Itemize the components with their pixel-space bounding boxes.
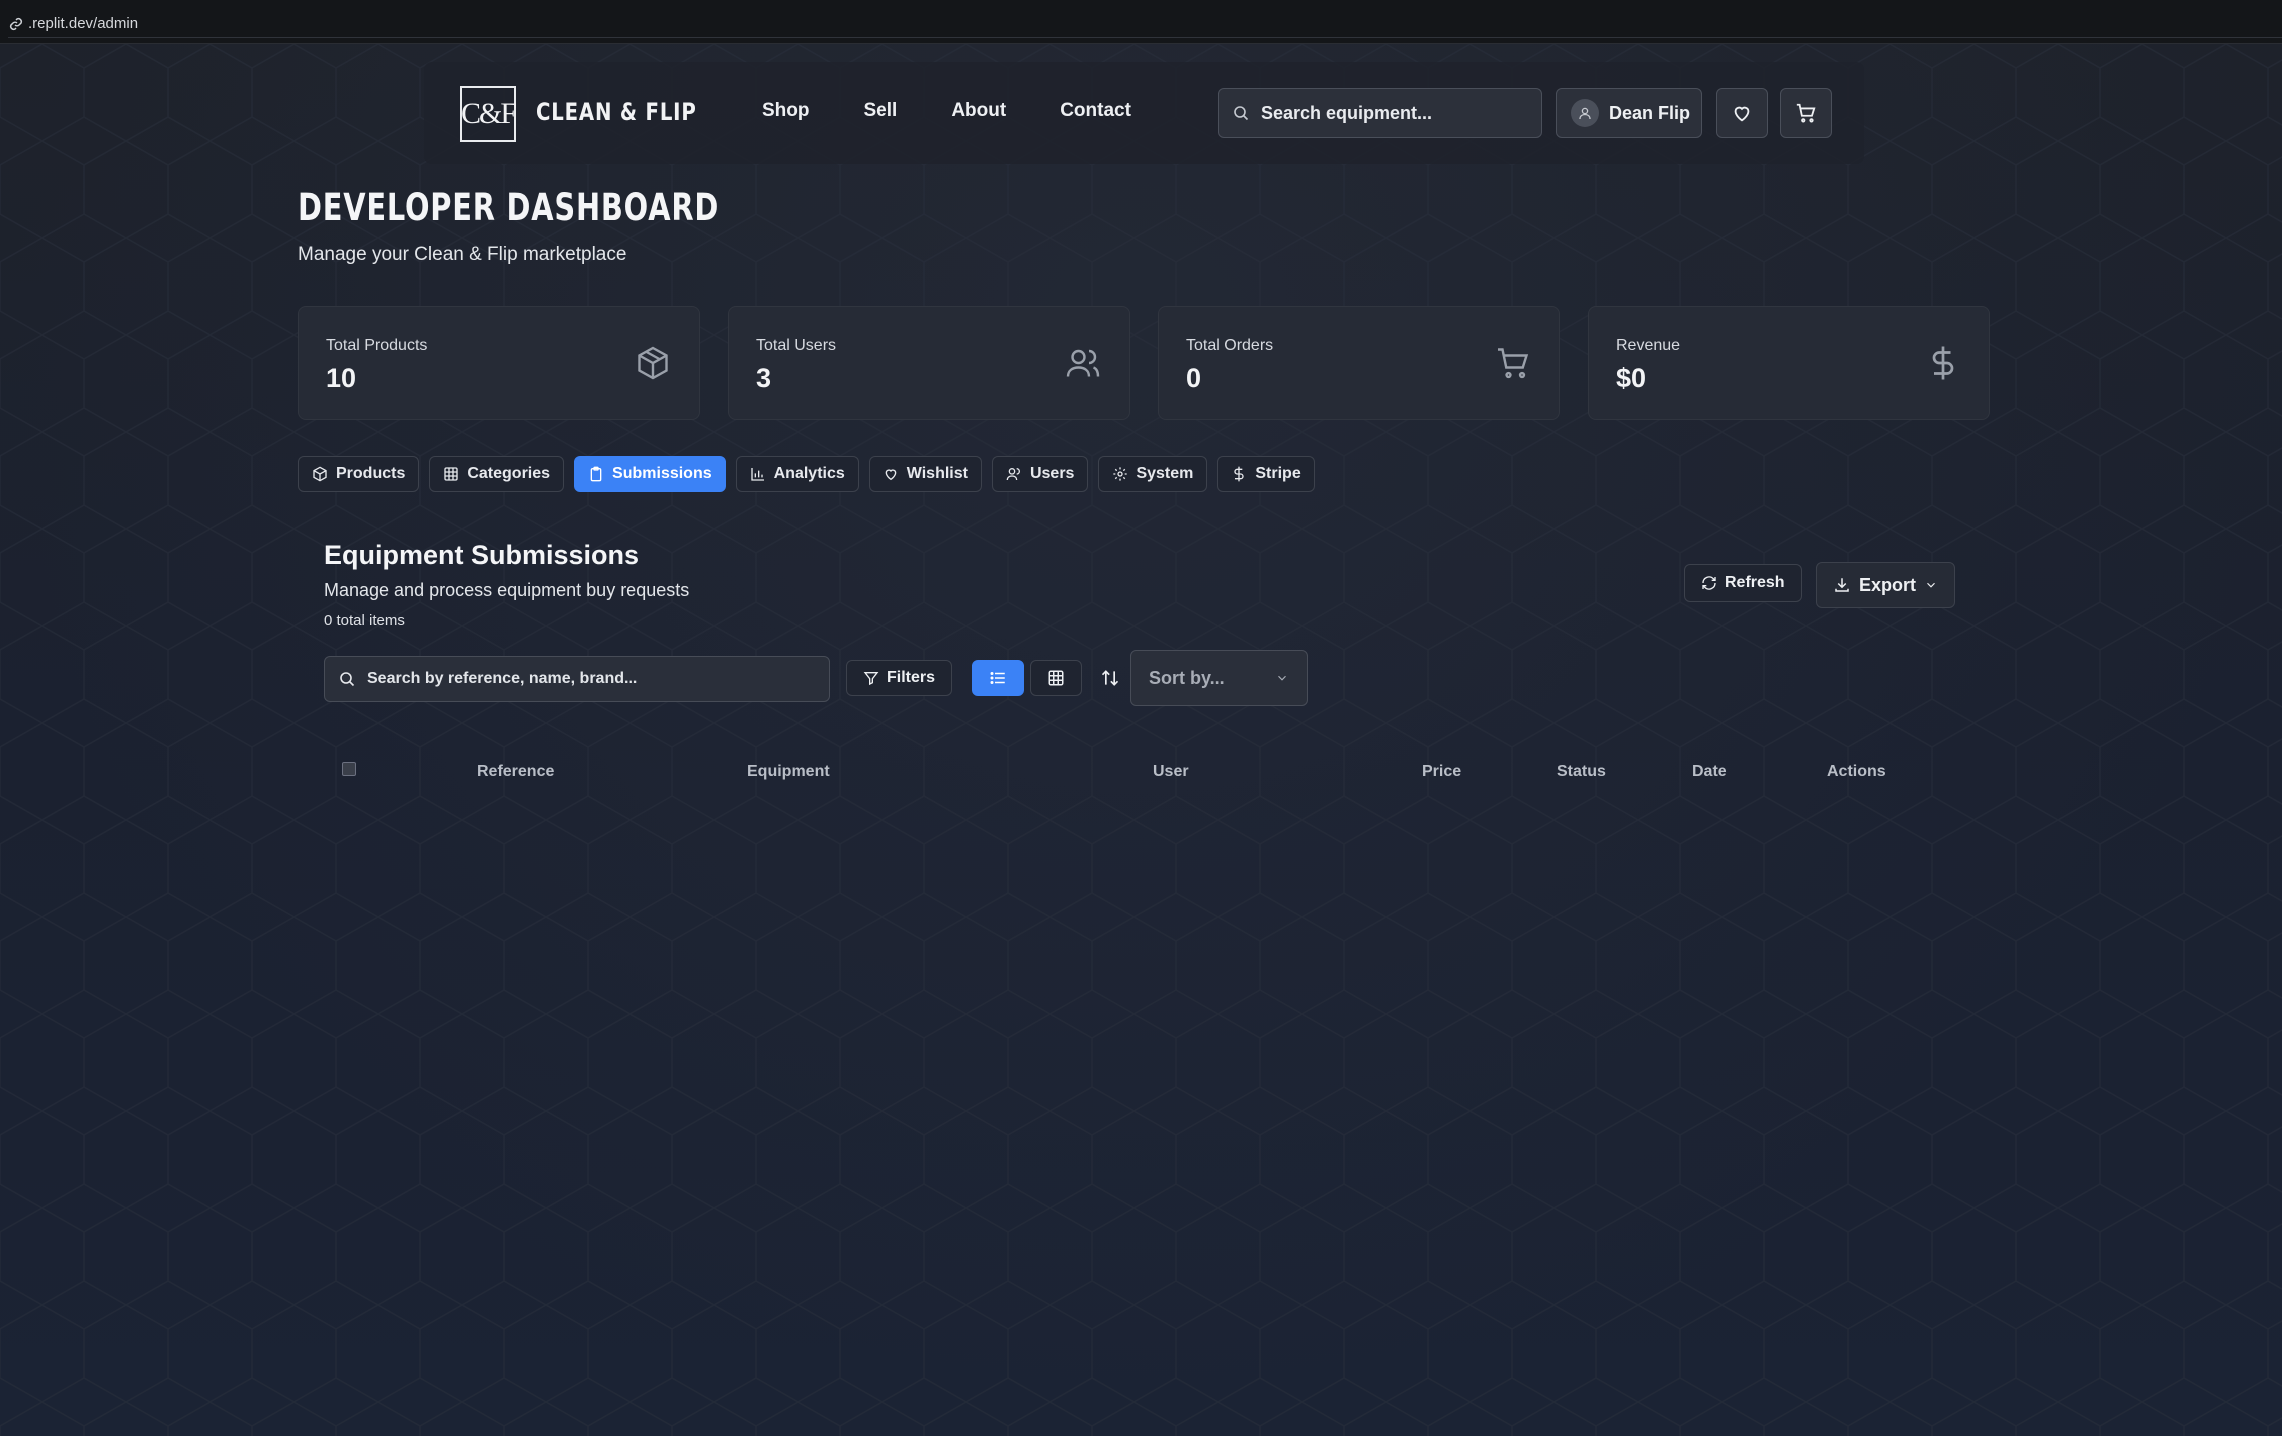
url-text[interactable]: .replit.dev/admin — [28, 15, 138, 32]
item-count: 0 total items — [324, 612, 405, 629]
stat-label: Revenue — [1616, 337, 1681, 354]
download-icon — [1835, 578, 1849, 592]
tab-stripe[interactable]: Stripe — [1217, 456, 1315, 492]
cart-icon — [1796, 103, 1816, 123]
dashboard-tabs: Products Categories Submissions Analytic… — [298, 456, 1315, 492]
nav-link-shop[interactable]: Shop — [762, 100, 810, 122]
nav-link-contact[interactable]: Contact — [1060, 100, 1131, 122]
cart-icon — [1498, 348, 1529, 379]
section-subtitle: Manage and process equipment buy request… — [324, 580, 690, 600]
link-icon — [9, 17, 23, 30]
column-header-status[interactable]: Status — [1557, 763, 1606, 781]
sort-direction-icon[interactable] — [1100, 668, 1120, 688]
stat-label: Total Orders — [1186, 337, 1274, 354]
grid-icon — [1048, 670, 1064, 686]
users-icon — [1006, 468, 1020, 481]
tab-label: Analytics — [773, 465, 845, 482]
stat-value: 10 — [326, 363, 357, 393]
stat-card-orders: Total Orders 0 — [1158, 306, 1560, 420]
stat-card-users: Total Users 3 — [728, 306, 1130, 420]
select-all-checkbox[interactable] — [342, 762, 356, 776]
grid-icon — [444, 467, 459, 481]
brand-name[interactable]: CLEAN & FLIP — [536, 98, 697, 126]
submissions-search-input[interactable] — [367, 670, 807, 688]
tab-users[interactable]: Users — [991, 456, 1089, 492]
tab-label: Wishlist — [906, 465, 968, 482]
column-header-user[interactable]: User — [1153, 763, 1189, 781]
column-header-equipment[interactable]: Equipment — [747, 763, 830, 781]
tab-system[interactable]: System — [1098, 456, 1208, 492]
column-header-reference[interactable]: Reference — [477, 763, 554, 781]
users-icon — [1066, 349, 1100, 377]
list-view-button[interactable] — [972, 660, 1024, 696]
cart-button[interactable] — [1780, 88, 1832, 138]
sort-placeholder: Sort by... — [1149, 667, 1225, 688]
heart-icon — [885, 469, 897, 481]
refresh-label: Refresh — [1725, 574, 1785, 591]
package-icon — [638, 346, 668, 380]
dollar-icon — [1932, 346, 1954, 380]
stat-card-revenue: Revenue $0 — [1588, 306, 1990, 420]
avatar — [1571, 99, 1599, 127]
filters-label: Filters — [887, 669, 936, 686]
user-menu-button[interactable]: Dean Flip — [1556, 88, 1702, 138]
browser-address-bar[interactable]: .replit.dev/admin — [0, 0, 2282, 44]
logo-text: C&F — [460, 97, 517, 130]
tab-label: Users — [1029, 465, 1075, 482]
search-input[interactable] — [1261, 102, 1521, 124]
table-header: Reference Equipment User Price Status Da… — [324, 760, 1964, 786]
stat-label: Total Users — [756, 337, 837, 354]
stat-value: $0 — [1616, 363, 1647, 393]
dollar-icon — [1234, 466, 1245, 482]
page-title: DEVELOPER DASHBOARD — [298, 186, 720, 229]
top-navbar: C&F CLEAN & FLIP Shop Sell About Contact… — [424, 62, 1864, 164]
nav-link-sell[interactable]: Sell — [864, 100, 898, 122]
heart-icon — [1734, 106, 1750, 122]
list-icon — [990, 672, 1005, 684]
tab-analytics[interactable]: Analytics — [735, 456, 859, 492]
tab-products[interactable]: Products — [298, 456, 420, 492]
tab-categories[interactable]: Categories — [429, 456, 565, 492]
submissions-search[interactable] — [324, 656, 830, 702]
stat-value: 0 — [1186, 363, 1202, 393]
export-button[interactable]: Export — [1816, 562, 1956, 608]
logo[interactable]: C&F — [460, 86, 517, 142]
stat-value: 3 — [756, 363, 772, 393]
chevron-down-icon — [1927, 582, 1935, 588]
tab-label: Stripe — [1255, 465, 1301, 482]
refresh-button[interactable]: Refresh — [1684, 564, 1802, 602]
column-header-price[interactable]: Price — [1422, 763, 1461, 781]
nav-link-about[interactable]: About — [951, 100, 1006, 122]
section-title: Equipment Submissions — [324, 540, 640, 570]
search-icon — [1234, 106, 1249, 121]
package-icon — [313, 466, 327, 482]
grid-view-button[interactable] — [1030, 660, 1082, 696]
refresh-icon — [1702, 576, 1716, 590]
tab-label: System — [1136, 465, 1194, 482]
tab-label: Submissions — [612, 465, 712, 482]
chevron-down-icon — [1278, 675, 1286, 681]
bar-chart-icon — [750, 468, 764, 481]
export-label: Export — [1859, 574, 1917, 595]
stat-label: Total Products — [326, 337, 428, 354]
search-icon — [340, 672, 355, 687]
tab-wishlist[interactable]: Wishlist — [868, 456, 982, 492]
tab-label: Products — [336, 465, 406, 482]
filters-button[interactable]: Filters — [846, 660, 953, 696]
clipboard-icon — [590, 466, 602, 482]
column-header-actions: Actions — [1827, 763, 1886, 780]
search-bar[interactable] — [1218, 88, 1542, 138]
sort-select[interactable]: Sort by... — [1130, 650, 1308, 706]
user-icon — [1579, 107, 1591, 120]
stat-card-products: Total Products 10 — [298, 306, 700, 420]
tab-label: Categories — [467, 465, 551, 482]
filter-icon — [863, 672, 879, 686]
column-header-date[interactable]: Date — [1692, 763, 1727, 781]
gear-icon — [1113, 467, 1128, 481]
tab-submissions[interactable]: Submissions — [574, 456, 726, 492]
user-name: Dean Flip — [1609, 102, 1691, 123]
nav-links: Shop Sell About Contact — [762, 100, 1185, 122]
page-subtitle: Manage your Clean & Flip marketplace — [298, 244, 627, 265]
wishlist-button[interactable] — [1716, 88, 1768, 138]
